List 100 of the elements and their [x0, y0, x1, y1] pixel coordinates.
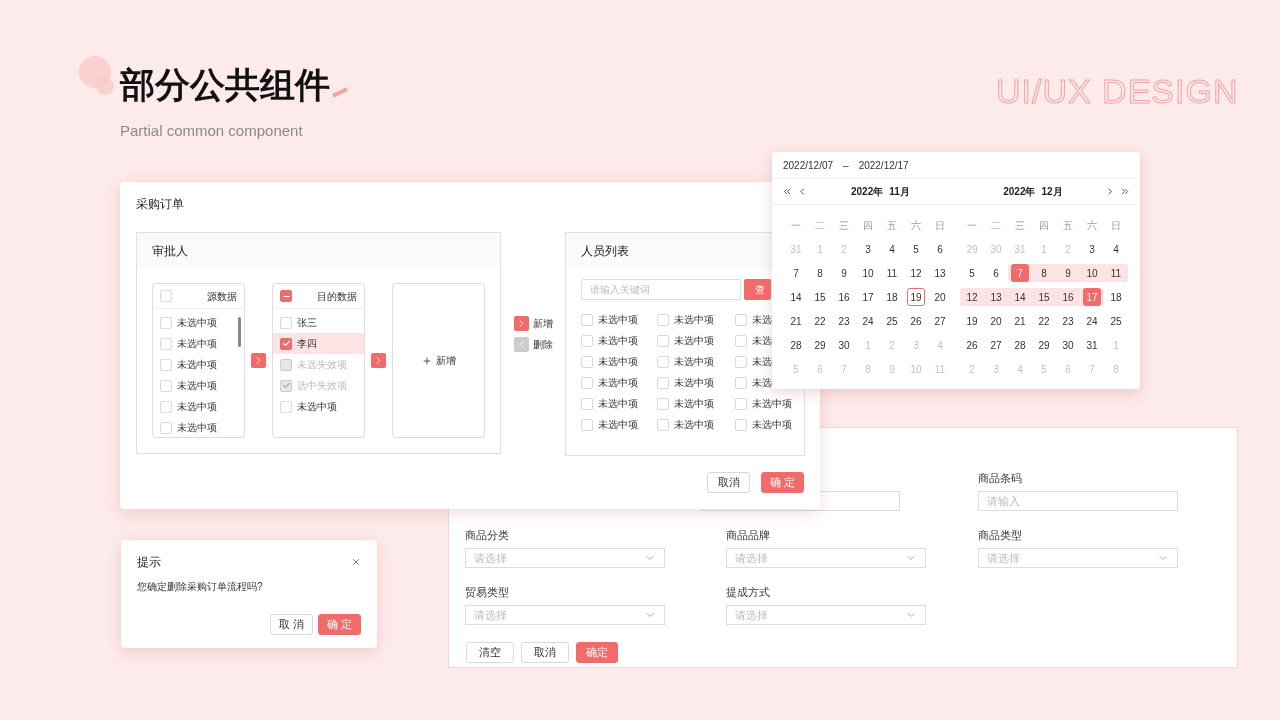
calendar-day[interactable]: 27: [931, 312, 949, 330]
calendar-day[interactable]: 26: [907, 312, 925, 330]
calendar-day[interactable]: 18: [883, 288, 901, 306]
double-chevron-right-icon[interactable]: [1119, 186, 1130, 197]
double-chevron-left-icon[interactable]: [782, 186, 793, 197]
input-field[interactable]: 请输入: [978, 491, 1178, 511]
plus-icon: [421, 355, 432, 366]
calendar-day[interactable]: 19: [963, 312, 981, 330]
calendar-day[interactable]: 26: [963, 336, 981, 354]
calendar-day[interactable]: 22: [811, 312, 829, 330]
list-item[interactable]: 未选: [752, 354, 772, 369]
list-item[interactable]: 未选中项: [752, 417, 792, 432]
list-row[interactable]: 李四: [273, 333, 364, 354]
list-item[interactable]: 李四: [297, 336, 317, 351]
calendar-day[interactable]: 12: [907, 264, 925, 282]
button[interactable]: 取消: [707, 472, 750, 493]
calendar-day[interactable]: 25: [1107, 312, 1125, 330]
scrollbar[interactable]: [238, 317, 241, 347]
calendar-day[interactable]: 10: [859, 264, 877, 282]
calendar-day[interactable]: 7: [787, 264, 805, 282]
start-date[interactable]: 2022/12/07: [783, 157, 834, 173]
calendar-day[interactable]: 23: [835, 312, 853, 330]
arrow-button[interactable]: [371, 353, 386, 368]
list-item[interactable]: 未选中项: [598, 354, 638, 369]
calendar-day[interactable]: 5: [963, 264, 981, 282]
list-item[interactable]: 未选中项: [598, 333, 638, 348]
calendar-day[interactable]: 29: [1035, 336, 1053, 354]
calendar-day[interactable]: 22: [1035, 312, 1053, 330]
end-date[interactable]: 2022/12/17: [858, 157, 909, 173]
button-label[interactable]: 新增: [533, 316, 553, 331]
add-card[interactable]: 新增: [392, 283, 485, 438]
calendar-day[interactable]: 9: [835, 264, 853, 282]
calendar-day[interactable]: 14: [787, 288, 805, 306]
calendar-day[interactable]: 3: [1083, 240, 1101, 258]
list-item[interactable]: 未选中项: [177, 357, 217, 372]
list-item[interactable]: 未选中项: [177, 336, 217, 351]
calendar-day[interactable]: 17: [859, 288, 877, 306]
calendar-day[interactable]: 8: [811, 264, 829, 282]
calendar-day[interactable]: 19: [907, 288, 925, 306]
list-item[interactable]: 未选中项: [177, 399, 217, 414]
weekday-label: 四: [862, 218, 874, 233]
calendar-day[interactable]: 4: [883, 240, 901, 258]
list-item[interactable]: 未选中项: [598, 312, 638, 327]
button[interactable]: 清空: [466, 642, 514, 663]
list-item[interactable]: 未选中项: [177, 420, 217, 435]
list-item[interactable]: 未选中项: [752, 396, 792, 411]
list-item[interactable]: 未选: [752, 375, 772, 390]
list-item[interactable]: 未选中项: [177, 315, 217, 330]
list-item[interactable]: 未选中项: [598, 396, 638, 411]
calendar-day[interactable]: 28: [1011, 336, 1029, 354]
list-item[interactable]: 未选中项: [674, 333, 714, 348]
list-item[interactable]: 未选中项: [674, 354, 714, 369]
arrow-button[interactable]: [514, 316, 529, 331]
list-row[interactable]: 未选中项: [273, 396, 364, 417]
list-item[interactable]: 未选: [752, 312, 772, 327]
calendar-day[interactable]: 3: [859, 240, 877, 258]
calendar-day[interactable]: 21: [1011, 312, 1029, 330]
list-row[interactable]: 张三: [273, 312, 364, 333]
weekday-label: 日: [1110, 218, 1122, 233]
button[interactable]: 取 消: [270, 614, 313, 635]
calendar-day[interactable]: 11: [883, 264, 901, 282]
list-item[interactable]: 未选中项: [598, 375, 638, 390]
calendar-day[interactable]: 18: [1107, 288, 1125, 306]
calendar-day[interactable]: 24: [859, 312, 877, 330]
calendar-day[interactable]: 23: [1059, 312, 1077, 330]
calendar-day[interactable]: 4: [1107, 240, 1125, 258]
calendar-day[interactable]: 15: [811, 288, 829, 306]
calendar-day[interactable]: 16: [835, 288, 853, 306]
calendar-day[interactable]: 28: [787, 336, 805, 354]
bubbles-drawing: [79, 56, 115, 96]
calendar-day[interactable]: 24: [1083, 312, 1101, 330]
list-item[interactable]: 未选中项: [297, 399, 337, 414]
list-item[interactable]: 未选中项: [598, 417, 638, 432]
arrow-button[interactable]: [251, 353, 266, 368]
calendar-day[interactable]: 5: [907, 240, 925, 258]
calendar-day[interactable]: 29: [811, 336, 829, 354]
calendar-day[interactable]: 20: [987, 312, 1005, 330]
list-item[interactable]: 未选中项: [674, 396, 714, 411]
checkbox[interactable]: [280, 290, 292, 302]
calendar-day[interactable]: 25: [883, 312, 901, 330]
search-field[interactable]: 请输入关键词: [581, 279, 741, 300]
list-item[interactable]: 未选中项: [674, 312, 714, 327]
list-item[interactable]: 未选: [752, 333, 772, 348]
close-icon[interactable]: [351, 557, 361, 567]
checkbox[interactable]: [280, 337, 292, 350]
calendar-day[interactable]: 31: [1083, 336, 1101, 354]
calendar-day[interactable]: 20: [931, 288, 949, 306]
calendar-day[interactable]: 13: [931, 264, 949, 282]
list-item[interactable]: 未选中项: [177, 378, 217, 393]
list-item[interactable]: 未选中项: [674, 417, 714, 432]
calendar-day[interactable]: 6: [987, 264, 1005, 282]
calendar-day[interactable]: 27: [987, 336, 1005, 354]
button[interactable]: 取消: [521, 642, 569, 663]
calendar-day[interactable]: 6: [931, 240, 949, 258]
calendar-day[interactable]: 21: [787, 312, 805, 330]
calendar-day[interactable]: 30: [1059, 336, 1077, 354]
field-label: 提成方式: [726, 585, 771, 599]
list-item[interactable]: 张三: [297, 315, 317, 330]
calendar-day[interactable]: 30: [835, 336, 853, 354]
list-item[interactable]: 未选中项: [674, 375, 714, 390]
